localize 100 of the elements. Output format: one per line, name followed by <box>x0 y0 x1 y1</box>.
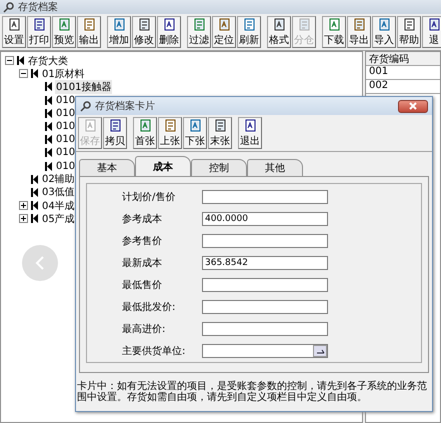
field-label: 参考售价 <box>122 234 163 248</box>
tool-icon <box>428 18 440 31</box>
toolbar-button[interactable]: 过滤 <box>187 16 211 48</box>
tool-icon <box>218 18 230 31</box>
input-field[interactable] <box>202 278 328 292</box>
note-text: 卡片中：如有无法设置的项目，是受账套参数的控制，请先到各子系统的业务范围中设置。存货如需自由项，请先到自定义项栏目中定义自由项。 <box>76 380 428 403</box>
expand-icon[interactable] <box>19 201 28 210</box>
node-icon <box>45 108 52 118</box>
toolbar-button[interactable]: 预览 <box>52 16 76 48</box>
tool-icon <box>162 18 176 31</box>
tree-item[interactable]: 010 <box>55 121 76 132</box>
close-icon <box>409 102 417 110</box>
toolbar-button[interactable]: 打印 <box>27 16 51 48</box>
close-button[interactable] <box>398 100 428 112</box>
input-field[interactable] <box>202 190 328 204</box>
tool-icon <box>84 119 96 132</box>
tool-icon <box>138 18 150 31</box>
toolbar-button[interactable]: 定位 <box>212 16 236 48</box>
field-label: 最低批发价: <box>122 300 176 314</box>
node-icon <box>31 188 38 197</box>
tool-icon <box>272 18 286 31</box>
lookup-icon <box>316 348 324 354</box>
tool-icon <box>214 119 226 132</box>
input-field[interactable] <box>202 300 328 314</box>
input-field[interactable]: 365.8542 <box>202 256 328 270</box>
tool-icon <box>352 18 366 31</box>
toolbar-button[interactable]: 增加 <box>107 16 131 48</box>
tree-item[interactable]: 010 <box>55 160 76 172</box>
tool-icon <box>402 18 416 31</box>
tree-item[interactable]: 0101接触器 <box>55 80 112 94</box>
tree-item[interactable]: 010 <box>55 94 76 106</box>
node-icon <box>31 69 38 78</box>
tool-icon <box>328 18 340 31</box>
node-icon <box>45 148 52 158</box>
table-cell: 001 <box>366 66 440 80</box>
table-cell: 002 <box>366 80 440 94</box>
tab[interactable]: 其他 <box>247 159 303 176</box>
input-field[interactable] <box>202 322 328 336</box>
toolbar-button[interactable]: 上张 <box>158 117 182 149</box>
toolbar-button[interactable]: 导入 <box>372 16 396 48</box>
tree-item[interactable]: 03低值 <box>41 185 76 200</box>
toolbar-button[interactable]: 退出 <box>238 117 262 149</box>
tree-item[interactable]: 02辅助 <box>41 172 76 186</box>
tool-icon <box>188 119 202 132</box>
tool-icon <box>112 18 126 31</box>
tree-item[interactable]: 存货大类 <box>27 54 69 68</box>
tool-icon <box>82 18 96 31</box>
field-label: 计划价/售价 <box>122 190 176 204</box>
input-field[interactable]: 400.0000 <box>202 212 328 226</box>
toolbar-button[interactable]: 输出 <box>77 16 101 48</box>
tab[interactable]: 成本 <box>135 156 191 176</box>
tree-item[interactable]: 010 <box>55 147 76 158</box>
column-header[interactable]: 存货编码 <box>366 52 440 66</box>
tab[interactable]: 控制 <box>191 159 247 176</box>
node-icon <box>31 214 38 224</box>
tab[interactable]: 基本 <box>79 159 135 176</box>
tool-icon <box>378 18 390 31</box>
expand-icon[interactable] <box>19 214 28 224</box>
collapse-icon[interactable] <box>5 56 14 66</box>
toolbar-button[interactable]: 末张 <box>208 117 232 149</box>
node-icon <box>45 82 52 92</box>
field-label: 参考成本 <box>122 212 163 226</box>
node-icon <box>45 162 52 171</box>
lookup-field[interactable] <box>202 344 328 358</box>
toolbar-button[interactable]: 删除 <box>157 16 181 48</box>
toolbar-button[interactable]: 下张 <box>183 117 207 149</box>
dialog-title: 存货档案卡片 <box>95 100 155 113</box>
node-icon <box>45 122 52 132</box>
toolbar-button[interactable]: 格式 <box>267 16 291 48</box>
tool-icon <box>32 18 46 31</box>
node-icon <box>45 135 52 144</box>
toolbar-button[interactable]: 首张 <box>133 117 157 149</box>
tree-item[interactable]: 04半成 <box>41 198 76 213</box>
tool-icon <box>108 119 122 132</box>
node-icon <box>45 96 52 105</box>
field-label: 最新成本 <box>122 256 163 270</box>
toolbar-button[interactable]: 帮助 <box>397 16 421 48</box>
tool-icon <box>242 18 256 31</box>
tree-item[interactable]: 05产成 <box>41 212 76 226</box>
tree-item[interactable]: 01原材料 <box>41 66 86 81</box>
tool-icon <box>138 119 152 132</box>
tool-icon <box>244 119 256 132</box>
node-icon <box>31 201 38 210</box>
toolbar-button[interactable]: 下载 <box>322 16 346 48</box>
field-label: 主要供货单位: <box>122 344 186 358</box>
field-label: 最低售价 <box>122 279 163 292</box>
field-label: 最高进价: <box>122 322 166 336</box>
toolbar-button[interactable]: 导出 <box>347 16 371 48</box>
tool-icon <box>164 119 176 132</box>
toolbar-button[interactable]: 修改 <box>132 16 156 48</box>
toolbar-button[interactable]: 设置 <box>2 16 26 48</box>
tree-item[interactable]: 010 <box>55 134 76 146</box>
toolbar-button[interactable]: 退 <box>422 16 441 48</box>
tree-item[interactable]: 010 <box>55 108 76 119</box>
collapse-icon[interactable] <box>19 69 28 78</box>
toolbar-button[interactable]: 拷贝 <box>103 117 127 149</box>
toolbar-button[interactable]: 刷新 <box>237 16 261 48</box>
lookup-button[interactable] <box>313 345 327 357</box>
chevron-left-icon <box>35 256 45 270</box>
input-field[interactable] <box>202 234 328 248</box>
